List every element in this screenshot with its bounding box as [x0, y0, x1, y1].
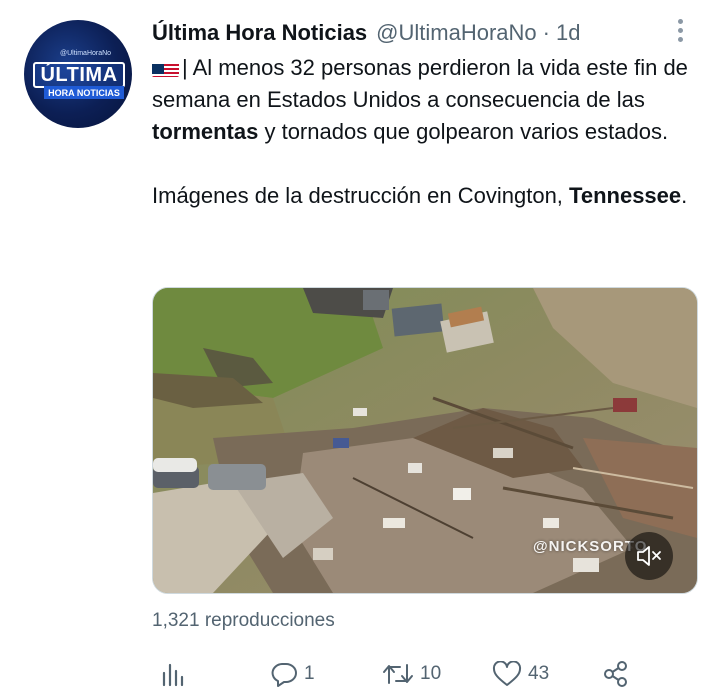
- retweet-count: 10: [420, 663, 442, 684]
- analytics-icon[interactable]: [160, 655, 186, 693]
- user-handle[interactable]: @UltimaHoraNo: [376, 20, 536, 46]
- retweet-button[interactable]: 10: [382, 655, 441, 693]
- like-button[interactable]: 43: [492, 655, 549, 693]
- like-count: 43: [528, 663, 550, 684]
- heart-icon: [492, 661, 522, 686]
- tweet-paragraph-2: Imágenes de la destrucción en Covington,…: [152, 180, 697, 212]
- view-count: 1,321 reproducciones: [152, 610, 335, 631]
- tweet-text-bold: tormentas: [152, 119, 259, 144]
- tweet-text-part: Imágenes de la destrucción en Covington,: [152, 183, 570, 208]
- avatar-brand-sub: HORA NOTICIAS: [44, 86, 124, 99]
- reply-icon: [271, 663, 297, 687]
- separator-dot: ·: [542, 20, 550, 45]
- tweet-actions: 1 10 43: [152, 655, 652, 693]
- avatar[interactable]: @UltimaHoraNo ÚLTIMA HORA NOTICIAS: [24, 20, 132, 128]
- avatar-handle-text: @UltimaHoraNo: [60, 50, 112, 57]
- timestamp[interactable]: 1d: [556, 20, 580, 46]
- tweet-text-part: | Al menos 32 personas perdieron la vida…: [152, 55, 688, 112]
- us-flag-icon: [152, 59, 179, 77]
- tweet-text-part: .: [681, 183, 688, 208]
- tweet-text-part: y tornados que golpearon varios estados.: [258, 119, 669, 144]
- share-icon[interactable]: [602, 655, 630, 693]
- tweet-header: Última Hora Noticias @UltimaHoraNo · 1d: [152, 18, 580, 48]
- tweet-text: | Al menos 32 personas perdieron la vida…: [152, 52, 697, 212]
- tweet-text-bold: Tennessee: [569, 183, 682, 208]
- retweet-icon: [383, 664, 413, 684]
- reply-button[interactable]: 1: [270, 655, 315, 693]
- tweet-video[interactable]: @NICKSORTO: [152, 287, 698, 594]
- display-name[interactable]: Última Hora Noticias: [152, 20, 367, 46]
- reply-count: 1: [304, 663, 315, 684]
- avatar-brand-main: ÚLTIMA: [33, 62, 125, 88]
- more-options-icon[interactable]: [670, 16, 690, 44]
- volume-muted-icon[interactable]: [625, 532, 673, 580]
- tweet-paragraph-1: | Al menos 32 personas perdieron la vida…: [152, 52, 697, 148]
